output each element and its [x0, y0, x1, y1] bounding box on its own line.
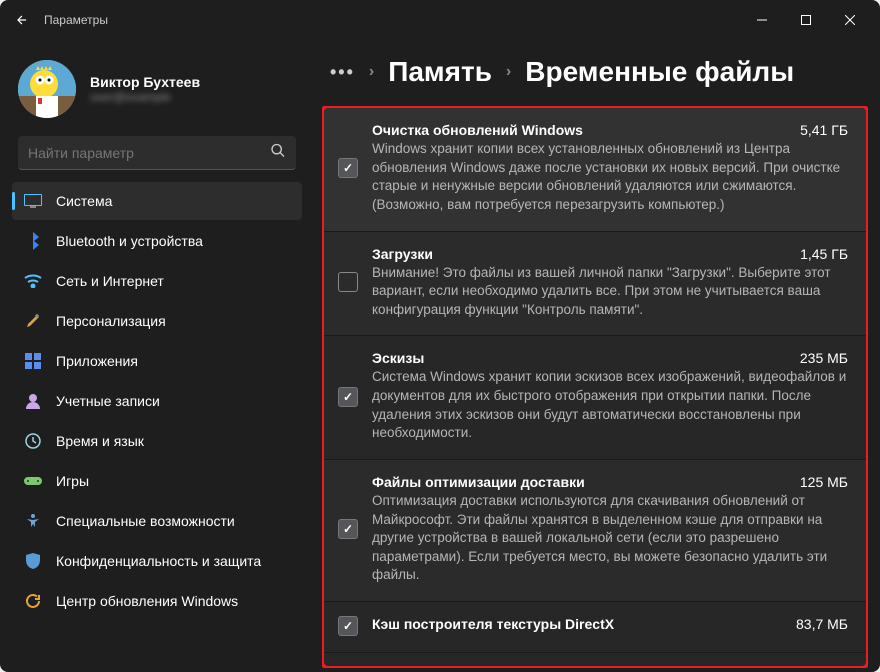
row-title: Кэш построителя текстуры DirectX: [372, 616, 614, 632]
sidebar: Виктор Бухтеев user@example Система Bluet…: [0, 40, 310, 672]
temp-file-row: Загрузки 1,45 ГБ Внимание! Это файлы из …: [324, 232, 866, 337]
clock-icon: [24, 432, 42, 450]
row-size: 125 МБ: [800, 474, 848, 490]
breadcrumb-current: Временные файлы: [525, 56, 794, 88]
chevron-right-icon: ›: [506, 63, 511, 81]
temp-file-row: Кэш построителя текстуры DirectX 83,7 МБ: [324, 602, 866, 653]
sidebar-item-wifi[interactable]: Сеть и Интернет: [12, 262, 302, 300]
profile-email: user@example: [90, 90, 200, 104]
breadcrumb: ••• › Память › Временные файлы: [322, 52, 868, 106]
sidebar-item-clock[interactable]: Время и язык: [12, 422, 302, 460]
row-description: Оптимизация доставки используются для ск…: [372, 492, 848, 585]
sidebar-item-system[interactable]: Система: [12, 182, 302, 220]
brush-icon: [24, 312, 42, 330]
settings-window: Параметры: [0, 0, 880, 672]
search-icon: [270, 143, 286, 164]
row-title: Загрузки: [372, 246, 433, 262]
sidebar-item-label: Приложения: [56, 353, 138, 369]
wifi-icon: [24, 272, 42, 290]
accessibility-icon: [24, 512, 42, 530]
titlebar: Параметры: [0, 0, 880, 40]
sidebar-item-update[interactable]: Центр обновления Windows: [12, 582, 302, 620]
close-button[interactable]: [828, 0, 872, 40]
profile-name: Виктор Бухтеев: [90, 74, 200, 90]
breadcrumb-more-icon[interactable]: •••: [330, 62, 355, 83]
person-icon: [24, 392, 42, 410]
temp-file-row: Эскизы 235 МБ Система Windows хранит коп…: [324, 336, 866, 460]
sidebar-item-label: Сеть и Интернет: [56, 273, 164, 289]
sidebar-item-label: Специальные возможности: [56, 513, 235, 529]
profile[interactable]: Виктор Бухтеев user@example: [12, 52, 302, 136]
row-size: 235 МБ: [800, 350, 848, 366]
sidebar-item-apps[interactable]: Приложения: [12, 342, 302, 380]
row-description: Внимание! Это файлы из вашей личной папк…: [372, 264, 848, 320]
sidebar-item-label: Время и язык: [56, 433, 144, 449]
sidebar-item-bluetooth[interactable]: Bluetooth и устройства: [12, 222, 302, 260]
avatar: [18, 60, 76, 118]
checkbox[interactable]: [338, 616, 358, 636]
sidebar-item-label: Игры: [56, 473, 89, 489]
row-size: 83,7 МБ: [796, 616, 848, 632]
update-icon: [24, 592, 42, 610]
sidebar-item-label: Конфиденциальность и защита: [56, 553, 261, 569]
game-icon: [24, 472, 42, 490]
temp-files-list: Очистка обновлений Windows 5,41 ГБ Windo…: [322, 106, 868, 668]
main: ••• › Память › Временные файлы Очистка о…: [310, 40, 880, 672]
sidebar-item-label: Bluetooth и устройства: [56, 233, 203, 249]
breadcrumb-parent[interactable]: Память: [388, 56, 492, 88]
row-title: Очистка обновлений Windows: [372, 122, 583, 138]
sidebar-item-brush[interactable]: Персонализация: [12, 302, 302, 340]
minimize-button[interactable]: [740, 0, 784, 40]
sidebar-item-person[interactable]: Учетные записи: [12, 382, 302, 420]
shield-icon: [24, 552, 42, 570]
nav: Система Bluetooth и устройства Сеть и Инте…: [12, 182, 302, 620]
sidebar-item-label: Персонализация: [56, 313, 166, 329]
maximize-button[interactable]: [784, 0, 828, 40]
sidebar-item-shield[interactable]: Конфиденциальность и защита: [12, 542, 302, 580]
back-button[interactable]: [8, 6, 36, 34]
checkbox[interactable]: [338, 387, 358, 407]
sidebar-item-label: Система: [56, 193, 112, 209]
sidebar-item-label: Учетные записи: [56, 393, 160, 409]
row-size: 5,41 ГБ: [800, 122, 848, 138]
apps-icon: [24, 352, 42, 370]
search-input[interactable]: [18, 136, 296, 170]
window-title: Параметры: [44, 13, 740, 27]
temp-file-row: Файлы оптимизации доставки 125 МБ Оптими…: [324, 460, 866, 602]
bluetooth-icon: [24, 232, 42, 250]
row-description: Система Windows хранит копии эскизов все…: [372, 368, 848, 443]
chevron-right-icon: ›: [369, 63, 374, 81]
checkbox[interactable]: [338, 158, 358, 178]
row-title: Эскизы: [372, 350, 424, 366]
row-description: Windows хранит копии всех установленных …: [372, 140, 848, 215]
temp-file-row: Очистка обновлений Windows 5,41 ГБ Windo…: [324, 108, 866, 232]
row-size: 1,45 ГБ: [800, 246, 848, 262]
sidebar-item-game[interactable]: Игры: [12, 462, 302, 500]
system-icon: [24, 192, 42, 210]
checkbox[interactable]: [338, 272, 358, 292]
sidebar-item-accessibility[interactable]: Специальные возможности: [12, 502, 302, 540]
sidebar-item-label: Центр обновления Windows: [56, 593, 238, 609]
checkbox[interactable]: [338, 519, 358, 539]
row-title: Файлы оптимизации доставки: [372, 474, 585, 490]
